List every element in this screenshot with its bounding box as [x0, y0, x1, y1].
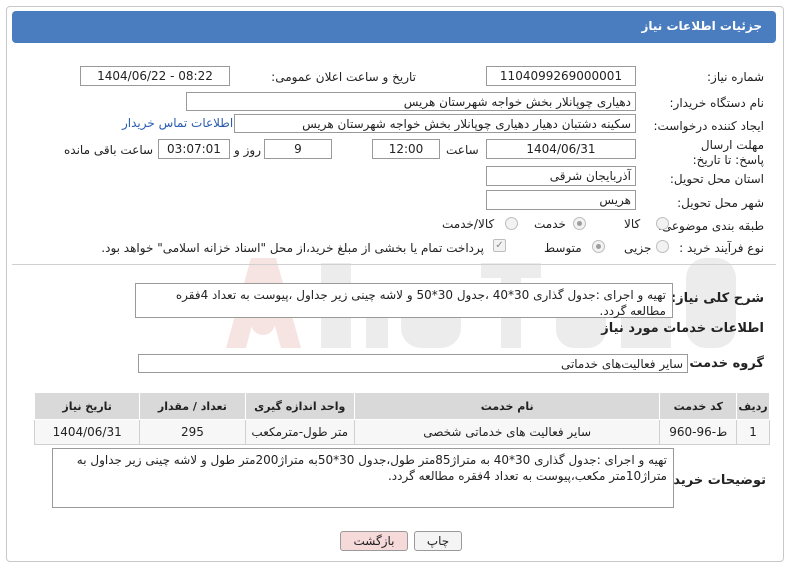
summary-label: شرح کلی نیاز: [670, 291, 764, 306]
table-row: 1 ط-96-960 سایر فعالیت های خدماتی شخصی م… [33, 419, 770, 445]
buyer-contact-link[interactable]: اطلاعات تماس خریدار [122, 116, 233, 130]
title-bar: جزئیات اطلاعات نیاز [12, 11, 776, 43]
remaining-label: ساعت باقی مانده [64, 143, 154, 157]
cell-unit: متر طول-مترمکعب [244, 419, 355, 445]
summary-textarea: تهیه و اجرای :جدول گذاری 30*40 ،جدول 30*… [135, 283, 673, 318]
category-radio-goods-service[interactable] [505, 217, 518, 230]
service-group-label: گروه خدمت: [684, 356, 764, 371]
province-label: استان محل تحویل: [669, 172, 764, 186]
category-label: طبقه بندی موضوعی: [657, 219, 764, 233]
need-number-field: 1104099269000001 [486, 66, 636, 86]
process-radio-medium[interactable] [592, 240, 605, 253]
process-radio-minor[interactable] [656, 240, 669, 253]
services-table: ردیف کد خدمت نام خدمت واحد اندازه گیری ت… [33, 392, 770, 445]
process-label: نوع فرآیند خرید : [679, 241, 764, 255]
creator-label: ایجاد کننده درخواست: [653, 119, 764, 133]
col-service-name: نام خدمت [353, 392, 661, 420]
cell-quantity: 295 [139, 419, 246, 445]
announce-date-field: 1404/06/22 - 08:22 [80, 66, 230, 86]
services-section-title: اطلاعات خدمات مورد نیاز [601, 321, 764, 336]
buyer-notes-textarea: تهیه و اجرای :جدول گذاری 30*40 به متراژ8… [52, 448, 674, 508]
print-button[interactable]: چاپ [414, 531, 462, 551]
cell-row-number: 1 [736, 419, 770, 445]
category-option-service: خدمت [534, 217, 566, 231]
need-number-label: شماره نیاز: [707, 70, 764, 84]
divider [12, 264, 776, 265]
cell-service-name: سایر فعالیت های خدماتی شخصی [353, 419, 661, 445]
category-option-goods: کالا [624, 217, 641, 231]
page-title: جزئیات اطلاعات نیاز [641, 19, 762, 33]
buyer-org-field: دهیاری چوپانلار بخش خواجه شهرستان هریس [186, 92, 636, 111]
remaining-days-field: 9 [264, 139, 332, 159]
remaining-time-field: 03:07:01 [158, 139, 230, 159]
cell-service-code: ط-96-960 [659, 419, 738, 445]
deadline-time-field: 12:00 [372, 139, 440, 159]
category-radio-goods[interactable] [656, 217, 669, 230]
process-option-medium: متوسط [544, 241, 582, 255]
deadline-date-field: 1404/06/31 [486, 139, 636, 159]
col-quantity: تعداد / مقدار [139, 392, 246, 420]
col-need-date: تاریخ نیاز [33, 392, 141, 420]
table-header-row: ردیف کد خدمت نام خدمت واحد اندازه گیری ت… [33, 392, 770, 420]
city-label: شهر محل تحویل: [677, 196, 764, 210]
city-field: هریس [486, 190, 636, 210]
treasury-checkbox[interactable]: ✓ [493, 239, 506, 252]
treasury-note: پرداخت تمام یا بخشی از مبلغ خرید،از محل … [101, 241, 484, 255]
col-row-number: ردیف [736, 392, 770, 420]
deadline-time-label: ساعت [446, 143, 479, 157]
deadline-label: مهلت ارسال پاسخ: تا تاریخ: [692, 138, 764, 167]
cell-need-date: 1404/06/31 [33, 419, 141, 445]
province-field: آذربایجان شرقی [486, 166, 636, 186]
process-option-minor: جزیی [624, 241, 652, 255]
days-label: روز و [234, 143, 261, 157]
creator-field: سکینه دشتبان دهیار دهیاری چوپانلار بخش خ… [234, 114, 636, 133]
col-unit: واحد اندازه گیری [244, 392, 355, 420]
category-option-goods-service: کالا/خدمت [442, 217, 495, 231]
service-group-field: سایر فعالیت‌های خدماتی [138, 354, 688, 373]
buyer-org-label: نام دستگاه خریدار: [669, 96, 765, 110]
announce-date-label: تاریخ و ساعت اعلان عمومی: [271, 70, 416, 84]
back-button[interactable]: بازگشت [340, 531, 408, 551]
category-radio-service[interactable] [573, 217, 586, 230]
col-service-code: کد خدمت [659, 392, 738, 420]
